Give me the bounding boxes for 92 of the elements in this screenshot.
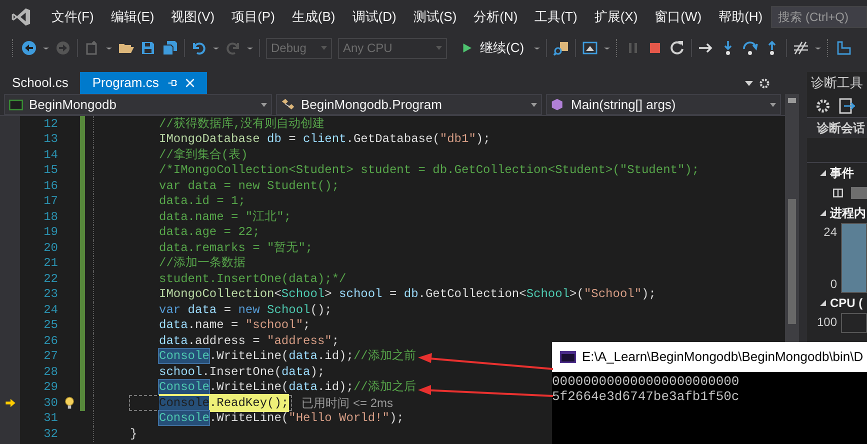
find-icon[interactable] bbox=[553, 40, 570, 56]
menu-item[interactable]: 测试(S) bbox=[404, 6, 466, 26]
line-number: 21 bbox=[42, 255, 58, 272]
section-title[interactable]: 事件 bbox=[830, 164, 854, 182]
line-number: 20 bbox=[42, 240, 58, 257]
code-line: data.id = 1; bbox=[158, 194, 246, 209]
session-label: 诊断会话 bbox=[807, 118, 867, 138]
back-icon[interactable] bbox=[21, 40, 37, 56]
code-line: //添加一条数据 bbox=[158, 256, 246, 271]
settings-icon[interactable] bbox=[815, 98, 831, 114]
menu-item[interactable]: 视图(V) bbox=[162, 6, 224, 26]
code-line: //获得数据库,没有则自动创建 bbox=[158, 116, 326, 132]
window-title: E:\A_Learn\BeginMongodb\BeginMongodb\bin\D bbox=[582, 348, 864, 366]
continue-button[interactable]: 继续(C) bbox=[457, 38, 528, 58]
line-number: 30 bbox=[42, 394, 58, 412]
restart-icon[interactable] bbox=[669, 40, 686, 56]
search-field[interactable]: 搜索 (Ctrl+Q) bbox=[771, 6, 867, 28]
timing-hint: 已用时间 <= 2ms bbox=[302, 394, 393, 412]
code-element-icon bbox=[551, 96, 565, 112]
menu-item[interactable]: 调试(D) bbox=[344, 6, 405, 26]
export-icon[interactable] bbox=[839, 98, 855, 114]
axis-label: 100 bbox=[816, 314, 837, 331]
panel-title: 诊断工具 bbox=[810, 74, 864, 92]
line-number: 26 bbox=[42, 332, 58, 350]
code-line: IMongoDatabase db = client.GetDatabase("db1"); bbox=[158, 132, 492, 147]
axis-label: 24 bbox=[824, 224, 837, 241]
editor-tab[interactable]: School.cs bbox=[0, 72, 80, 94]
line-number: 31 bbox=[42, 410, 58, 428]
dropdown-icon[interactable] bbox=[745, 80, 753, 86]
line-number: 18 bbox=[42, 208, 58, 226]
line-number: 15 bbox=[42, 162, 58, 180]
code-line: } bbox=[129, 426, 138, 442]
menu-item[interactable]: 帮助(H) bbox=[710, 6, 772, 26]
code-line: Console.WriteLine(data.id);//添加之后 bbox=[158, 380, 417, 395]
lightbulb-icon bbox=[62, 394, 76, 411]
menu-item[interactable]: 编辑(E) bbox=[102, 6, 163, 26]
line-number: 27 bbox=[42, 348, 58, 366]
line-number: 17 bbox=[42, 193, 58, 210]
line-number: 24 bbox=[42, 302, 58, 319]
member-dropdown[interactable]: Main(string[] args) bbox=[546, 94, 781, 115]
class-dropdown[interactable]: BeginMongodb.Program bbox=[276, 94, 542, 115]
code-line: Console.WriteLine(data.id);//添加之前 bbox=[158, 348, 417, 364]
code-line: Console.WriteLine("Hello World!"); bbox=[158, 410, 405, 426]
save-icon[interactable] bbox=[140, 40, 156, 56]
code-line: var data = new Student(); bbox=[158, 178, 340, 194]
line-number: 25 bbox=[42, 317, 58, 334]
scrollbar-thumb[interactable] bbox=[788, 199, 796, 324]
code-line: data.remarks = "暂无"; bbox=[158, 240, 314, 256]
menu-item[interactable]: 生成(B) bbox=[283, 6, 344, 26]
axis-label: 0 bbox=[830, 276, 837, 293]
menu-item[interactable]: 扩展(X) bbox=[586, 6, 646, 26]
undo-icon[interactable] bbox=[191, 40, 207, 56]
line-number: 23 bbox=[42, 286, 58, 304]
project-dropdown[interactable]: BeginMongodb bbox=[4, 94, 272, 115]
line-number: 28 bbox=[42, 364, 58, 381]
settings-icon[interactable] bbox=[759, 78, 770, 88]
line-number: 32 bbox=[42, 426, 58, 443]
code-line: var data = new School(); bbox=[158, 302, 333, 318]
menu-item[interactable]: 文件(F) bbox=[42, 6, 102, 26]
code-line: data.address = "address"; bbox=[158, 333, 340, 348]
code-line: data.age = 22; bbox=[158, 224, 261, 240]
save-all-icon[interactable] bbox=[162, 40, 178, 56]
menu-item[interactable]: 分析(N) bbox=[465, 6, 526, 26]
event-bar bbox=[851, 187, 867, 199]
line-number: 13 bbox=[42, 131, 58, 148]
line-number: 19 bbox=[42, 224, 58, 242]
code-line: data.name = "江北"; bbox=[158, 209, 292, 224]
section-title[interactable]: CPU ( bbox=[830, 294, 863, 312]
logo-icon bbox=[11, 6, 32, 28]
code-line: /*IMongoCollection<Student> student = db.GetCollection<Student>("Student"); bbox=[158, 162, 700, 178]
code-line: data.name = "school"; bbox=[158, 318, 312, 333]
menu-item[interactable]: 工具(T) bbox=[526, 6, 586, 26]
menu-item[interactable]: 项目(P) bbox=[223, 6, 284, 26]
screen-icon[interactable] bbox=[582, 40, 598, 56]
line-number: 16 bbox=[42, 178, 58, 195]
editor-tab[interactable]: Program.cs bbox=[80, 72, 207, 94]
new-item-icon[interactable] bbox=[84, 40, 100, 56]
chart-area bbox=[841, 223, 867, 293]
line-number: 12 bbox=[42, 116, 58, 133]
section-title[interactable]: 进程内 bbox=[830, 204, 866, 222]
code-line: IMongoCollection<School> school = db.GetCollection<School>("School"); bbox=[158, 286, 657, 302]
code-line: //拿到集合(表) bbox=[158, 147, 249, 162]
step-over-icon[interactable] bbox=[742, 40, 758, 56]
chart-area bbox=[841, 313, 867, 333]
code-line: school.InsertOne(data); bbox=[158, 364, 326, 380]
console-icon bbox=[560, 351, 576, 363]
console-output: 000000000000000000000000 5f2664e3d6747be3afb1f50c bbox=[552, 372, 867, 444]
menu-item[interactable]: 窗口(W) bbox=[646, 6, 710, 26]
code-line: student.InsertOne(data);*/ bbox=[158, 271, 348, 286]
line-number: 14 bbox=[42, 146, 58, 164]
line-number: 29 bbox=[42, 379, 58, 396]
line-number: 22 bbox=[42, 270, 58, 288]
